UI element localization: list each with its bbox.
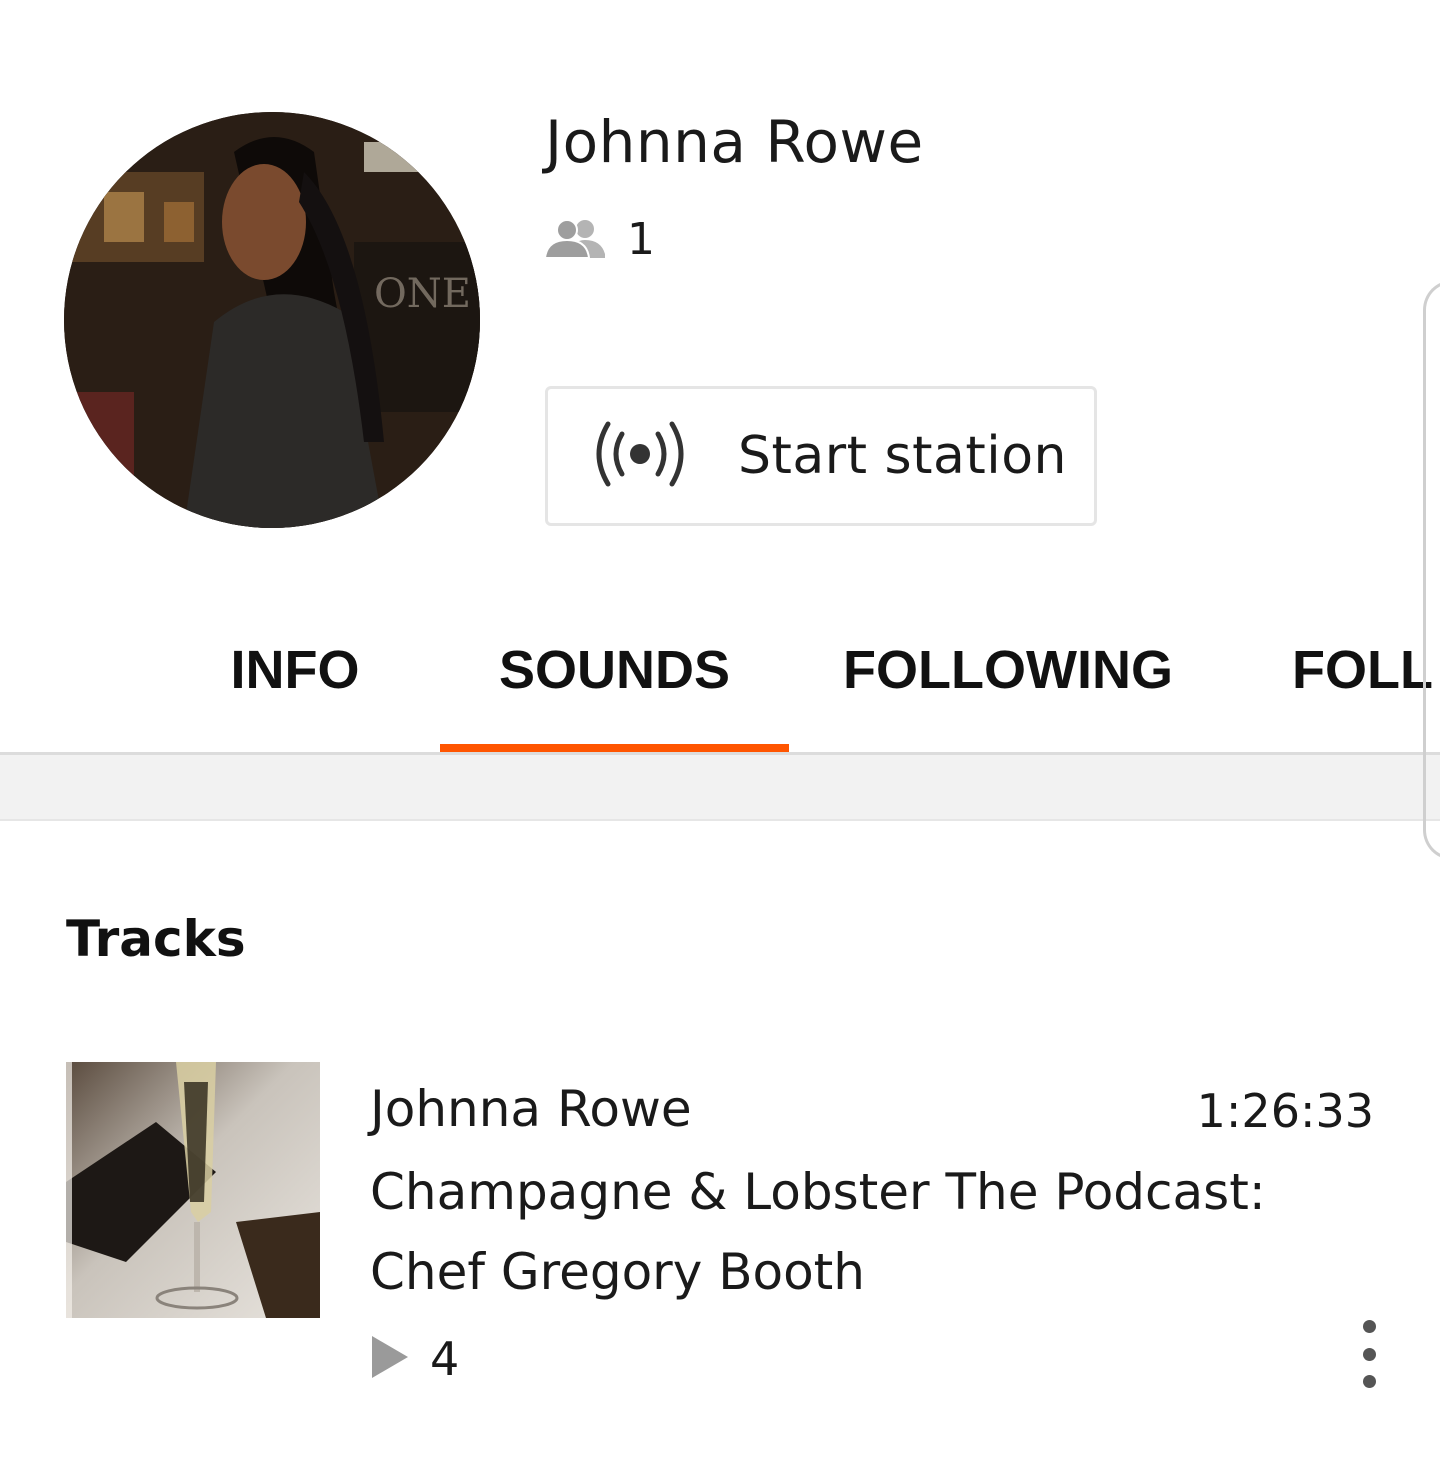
followers-count[interactable]: 1	[543, 214, 655, 265]
start-station-button[interactable]: Start station	[545, 386, 1097, 526]
more-dot	[1362, 1375, 1376, 1388]
profile-tabs: INFO SOUNDS FOLLOWING FOLL	[0, 590, 1440, 754]
followers-count-value: 1	[627, 214, 655, 265]
track-item[interactable]: Johnna Rowe 1:26:33 Champagne & Lobster …	[0, 1040, 1440, 1460]
active-tab-indicator	[440, 744, 789, 752]
track-play-count: 4	[370, 1332, 459, 1386]
profile-page: ONE Johnna Rowe 1 Start station INFO SOU…	[0, 0, 1440, 1462]
track-artwork[interactable]	[66, 1062, 320, 1318]
more-dot	[1362, 1320, 1376, 1333]
play-icon	[370, 1336, 408, 1382]
track-duration: 1:26:33	[1196, 1084, 1374, 1138]
broadcast-icon	[590, 419, 690, 493]
tab-sounds[interactable]: SOUNDS	[440, 590, 789, 750]
users-icon	[543, 218, 607, 262]
svg-text:ONE: ONE	[374, 271, 471, 317]
track-title[interactable]: Champagne & Lobster The Podcast: Chef Gr…	[370, 1152, 1350, 1312]
section-separator	[0, 755, 1440, 821]
track-uploader[interactable]: Johnna Rowe	[370, 1080, 692, 1138]
profile-avatar[interactable]: ONE	[64, 112, 480, 528]
tab-followers[interactable]: FOLL	[1262, 590, 1440, 750]
more-vertical-icon[interactable]	[1348, 1320, 1390, 1388]
play-count-value: 4	[430, 1332, 460, 1386]
more-dot	[1362, 1347, 1376, 1361]
tab-info[interactable]: INFO	[190, 590, 400, 750]
tracks-heading: Tracks	[66, 910, 246, 968]
edge-panel-handle[interactable]	[1423, 280, 1440, 860]
avatar-photo: ONE	[64, 112, 480, 528]
track-artwork-image	[66, 1062, 320, 1318]
profile-name: Johnna Rowe	[545, 108, 924, 176]
tab-following[interactable]: FOLLOWING	[820, 590, 1196, 750]
start-station-label: Start station	[738, 426, 1068, 486]
